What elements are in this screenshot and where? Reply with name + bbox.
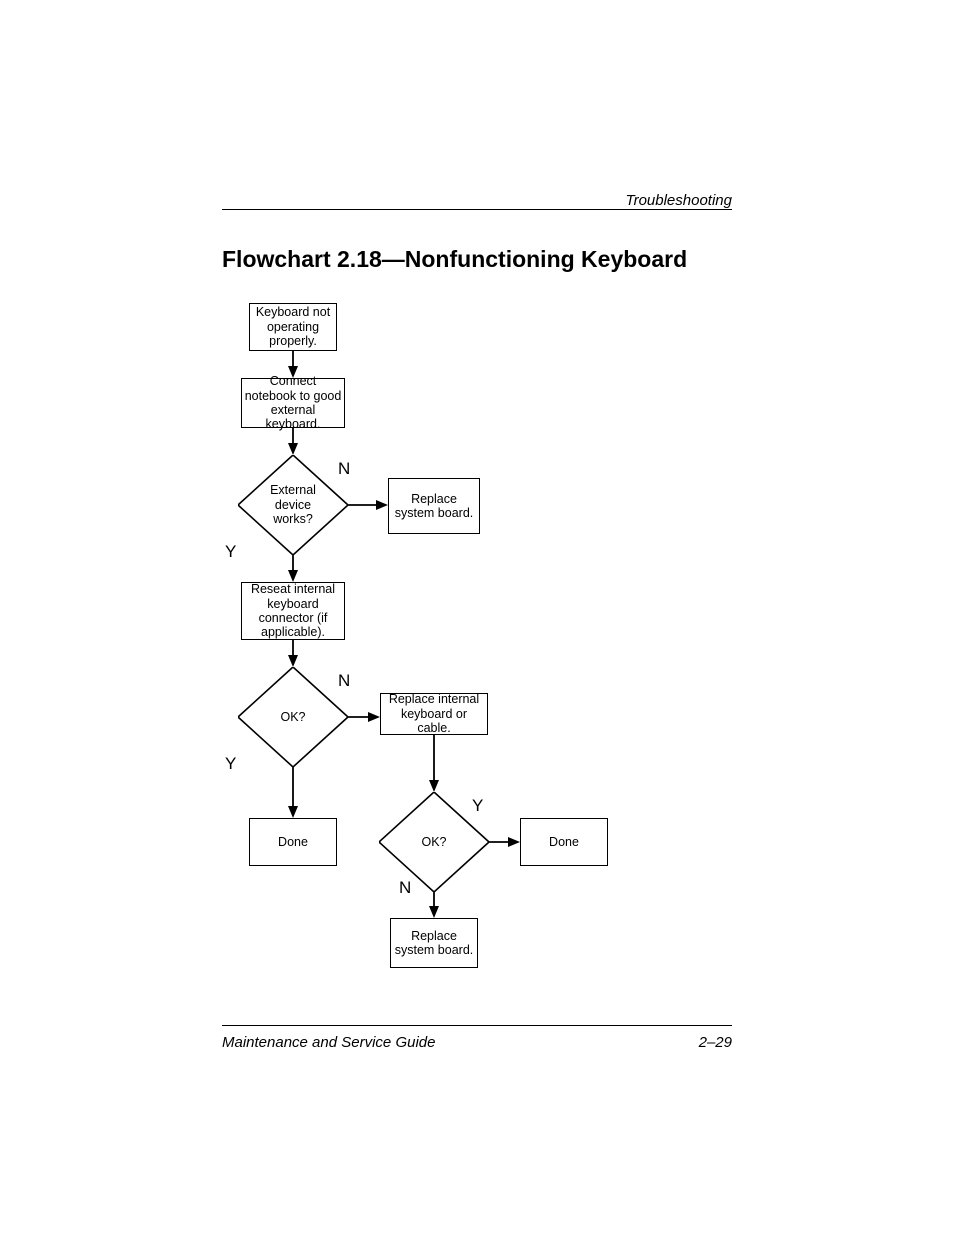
label-d2-yes: Y [225, 754, 236, 774]
decision-external-works: External device works? [238, 455, 348, 555]
reseat-text: Reseat internal keyboard connector (if a… [244, 582, 342, 640]
label-d3-yes: Y [472, 796, 483, 816]
label-d2-no: N [338, 671, 350, 691]
page: Troubleshooting Flowchart 2.18—Nonfuncti… [0, 0, 954, 1235]
arrow-d3-no [429, 892, 439, 918]
arrow-d3-yes [489, 837, 520, 847]
decision2-text: OK? [280, 710, 305, 724]
node-start-text: Keyboard not operating properly. [252, 305, 334, 348]
arrow-d1-no [348, 500, 388, 510]
label-d3-no: N [399, 878, 411, 898]
page-title: Flowchart 2.18—Nonfunctioning Keyboard [222, 246, 687, 273]
decision3-text: OK? [421, 835, 446, 849]
node-replace-system-board-1: Replace system board. [388, 478, 480, 534]
arrow-replacekb-to-decision3 [429, 735, 439, 792]
arrow-connect-to-decision1 [288, 428, 298, 455]
label-d1-yes: Y [225, 542, 236, 562]
arrow-d2-yes [288, 767, 298, 818]
footer-left: Maintenance and Service Guide [222, 1034, 435, 1051]
node-reseat-connector: Reseat internal keyboard connector (if a… [241, 582, 345, 640]
replace-kb-text: Replace internal keyboard or cable. [383, 692, 485, 735]
footer-rule [222, 1025, 732, 1026]
arrow-d1-yes [288, 555, 298, 582]
decision-ok-1: OK? [238, 667, 348, 767]
arrow-reseat-to-decision2 [288, 640, 298, 667]
node-connect-external: Connect notebook to good external keyboa… [241, 378, 345, 428]
replace-sb1-text: Replace system board. [391, 492, 477, 521]
arrow-d2-no [348, 712, 380, 722]
decision1-text: External device works? [258, 483, 328, 526]
footer-right: 2–29 [699, 1034, 732, 1051]
running-head: Troubleshooting [222, 192, 732, 209]
node-connect-text: Connect notebook to good external keyboa… [244, 374, 342, 432]
done2-text: Done [549, 835, 579, 849]
label-d1-no: N [338, 459, 350, 479]
node-start: Keyboard not operating properly. [249, 303, 337, 351]
replace-sb2-text: Replace system board. [393, 929, 475, 958]
node-replace-system-board-2: Replace system board. [390, 918, 478, 968]
node-done-2: Done [520, 818, 608, 866]
node-replace-keyboard: Replace internal keyboard or cable. [380, 693, 488, 735]
done1-text: Done [278, 835, 308, 849]
node-done-1: Done [249, 818, 337, 866]
header-rule [222, 209, 732, 210]
